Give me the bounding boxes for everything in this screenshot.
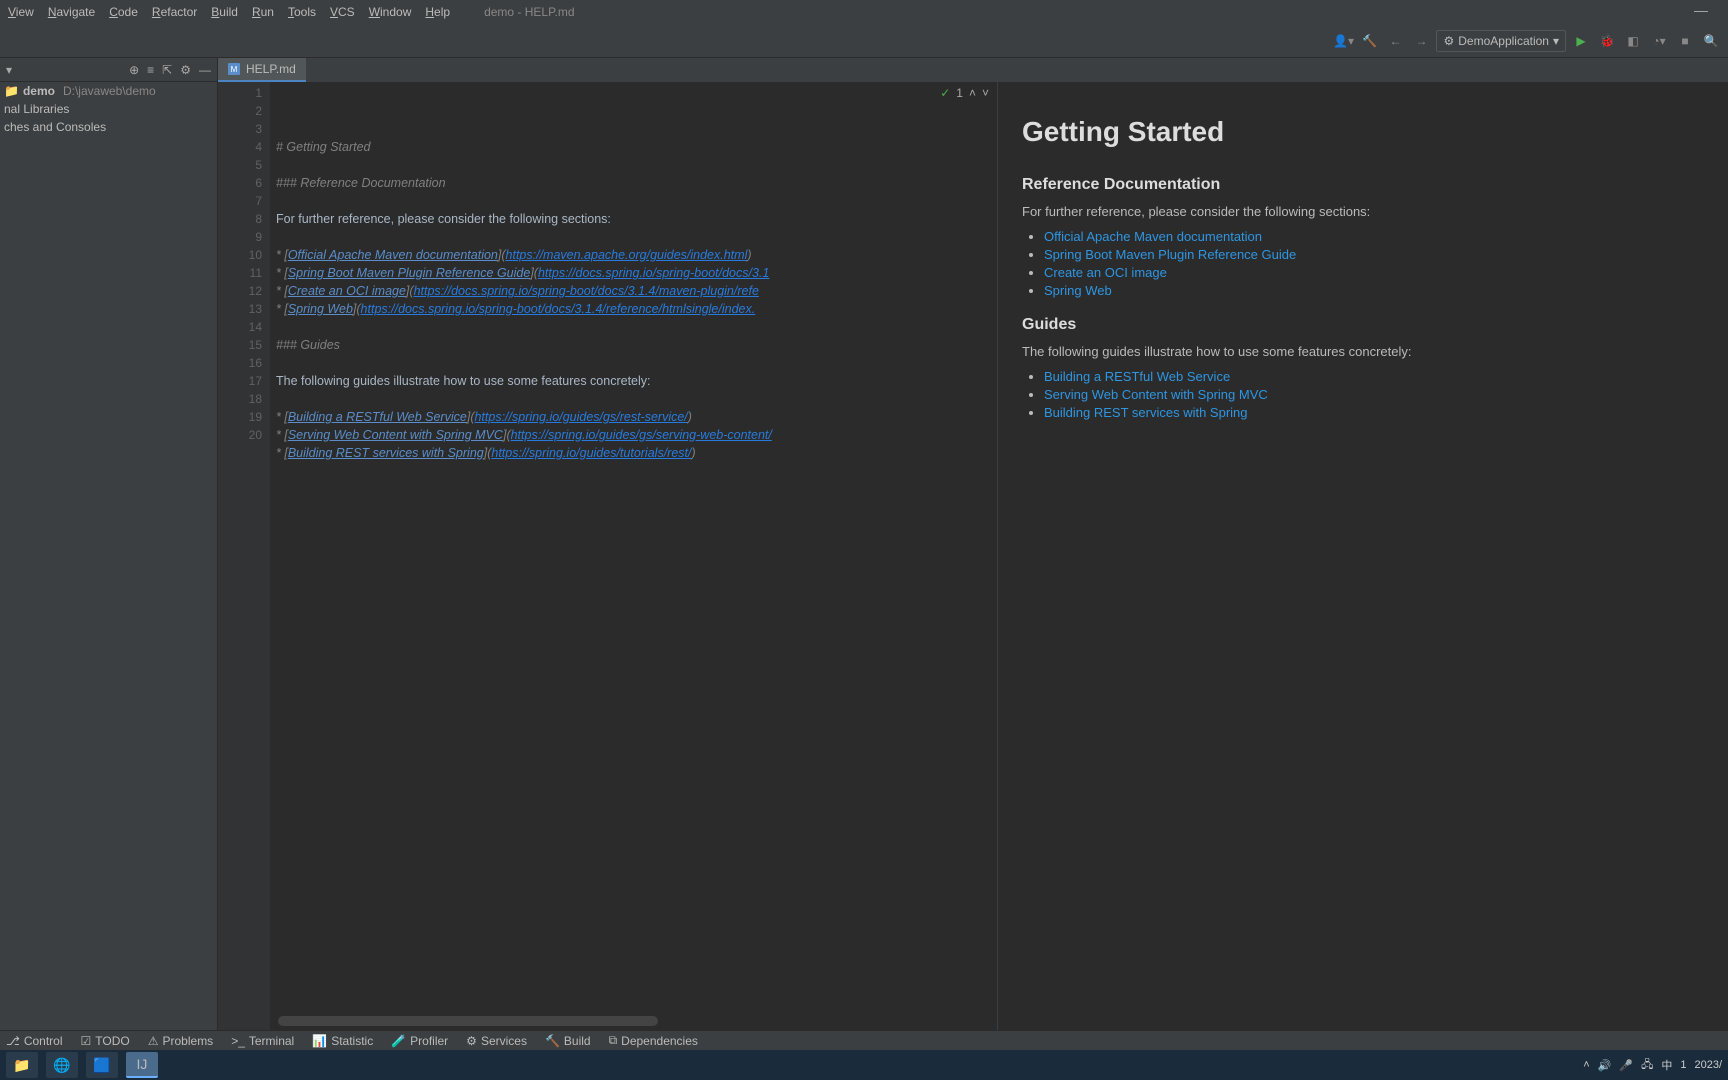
- menu-view[interactable]: View: [8, 5, 34, 19]
- preview-h3-guides: Guides: [1022, 316, 1704, 334]
- tray-chevron-icon[interactable]: ˄: [1583, 1059, 1589, 1071]
- inspection-widget[interactable]: ✓ 1 ˄ ˅: [940, 84, 989, 102]
- gutter: 1234567891011121314151617181920: [218, 82, 270, 1030]
- toolwin-dependencies[interactable]: ⧉Dependencies: [609, 1033, 698, 1048]
- minimize-icon[interactable]: —: [1694, 2, 1708, 18]
- tree-item-scratches[interactable]: ches and Consoles: [0, 118, 217, 136]
- preview-link-a[interactable]: Building a RESTful Web Service: [1044, 369, 1230, 384]
- chevron-down-icon: ▾: [1553, 34, 1559, 48]
- markdown-preview: Getting Started Reference Documentation …: [998, 82, 1728, 1030]
- os-taskbar: 📁 🌐 🟦 IJ ˄ 🔊 🎤 🖧 中 1 2023/: [0, 1050, 1728, 1080]
- build-icon[interactable]: 🔨: [1358, 30, 1380, 52]
- tray-ime-icon[interactable]: 中: [1661, 1057, 1672, 1073]
- menu-code[interactable]: Code: [109, 5, 138, 19]
- run-icon[interactable]: ▶: [1570, 30, 1592, 52]
- run-config-icon: ⚙: [1443, 34, 1454, 48]
- folder-icon: 📁: [4, 84, 19, 98]
- toolwin-statistic[interactable]: 📊Statistic: [312, 1034, 373, 1048]
- debug-icon[interactable]: 🐞: [1596, 30, 1618, 52]
- taskbar-intellij[interactable]: IJ: [126, 1052, 158, 1078]
- preview-link: Serving Web Content with Spring MVC: [1044, 387, 1704, 402]
- preview-link-a[interactable]: Official Apache Maven documentation: [1044, 229, 1262, 244]
- preview-link-a[interactable]: Create an OCI image: [1044, 265, 1167, 280]
- preview-p2: The following guides illustrate how to u…: [1022, 344, 1704, 359]
- tab-help-md[interactable]: M HELP.md: [218, 58, 306, 82]
- chevron-down-icon[interactable]: ˅: [982, 84, 989, 102]
- editor-tabs: M HELP.md: [218, 58, 1728, 82]
- project-panel: ▾ ⊕ ≡ ⇱ ⚙ — 📁 demo D:\javaweb\demo nal L…: [0, 58, 218, 1030]
- project-panel-header: ▾ ⊕ ≡ ⇱ ⚙ —: [0, 58, 217, 82]
- tray-network-icon[interactable]: 🖧: [1641, 1056, 1653, 1075]
- tray-mic-icon[interactable]: 🎤: [1619, 1059, 1633, 1072]
- collapse-all-icon[interactable]: ⇱: [162, 63, 172, 77]
- horizontal-scrollbar[interactable]: [278, 1016, 658, 1026]
- project-dropdown-icon[interactable]: ▾: [6, 63, 12, 77]
- system-tray[interactable]: ˄ 🔊 🎤 🖧 中 1 2023/: [1583, 1056, 1722, 1075]
- toolwin-control[interactable]: ⎇Control: [6, 1034, 63, 1048]
- menu-build[interactable]: Build: [211, 5, 238, 19]
- taskbar-browser[interactable]: 🌐: [46, 1052, 78, 1078]
- menu-help[interactable]: Help: [425, 5, 450, 19]
- window-title: demo - HELP.md: [484, 5, 575, 19]
- preview-refs-list: Official Apache Maven documentation Sprin…: [1044, 229, 1704, 298]
- stop-icon[interactable]: ■: [1674, 30, 1696, 52]
- toolbar: 👤▾ 🔨 ← → ⚙ DemoApplication ▾ ▶ 🐞 ◧ ◔▾ ■ …: [0, 24, 1728, 58]
- preview-link-a[interactable]: Spring Web: [1044, 283, 1112, 298]
- preview-h1: Getting Started: [1022, 116, 1704, 148]
- toolwin-services[interactable]: ⚙Services: [466, 1034, 527, 1048]
- toolwin-build[interactable]: 🔨Build: [545, 1034, 591, 1048]
- tray-sound-icon[interactable]: 🔊: [1598, 1059, 1612, 1072]
- menu-refactor[interactable]: Refactor: [152, 5, 197, 19]
- menu-window[interactable]: Window: [369, 5, 412, 19]
- preview-link: Official Apache Maven documentation: [1044, 229, 1704, 244]
- code-area[interactable]: ✓ 1 ˄ ˅ # Getting Started ### Reference …: [270, 82, 997, 1030]
- taskbar-file-explorer[interactable]: 📁: [6, 1052, 38, 1078]
- toolwin-problems[interactable]: ⚠Problems: [148, 1034, 213, 1048]
- profile-icon[interactable]: ◔▾: [1648, 30, 1670, 52]
- preview-link: Spring Boot Maven Plugin Reference Guide: [1044, 247, 1704, 262]
- nav-back-icon[interactable]: ←: [1384, 30, 1406, 52]
- tab-label: HELP.md: [246, 62, 296, 76]
- tree-item-external-libs[interactable]: nal Libraries: [0, 100, 217, 118]
- toolwin-terminal[interactable]: >_Terminal: [231, 1034, 294, 1048]
- tool-window-bar: ⎇Control ☑TODO ⚠Problems >_Terminal 📊Statist…: [0, 1030, 1728, 1050]
- preview-link: Building a RESTful Web Service: [1044, 369, 1704, 384]
- chevron-up-icon[interactable]: ˄: [969, 84, 976, 102]
- gear-icon[interactable]: ⚙: [180, 63, 191, 77]
- taskbar-app-1[interactable]: 🟦: [86, 1052, 118, 1078]
- project-root[interactable]: 📁 demo D:\javaweb\demo: [0, 82, 217, 100]
- coverage-icon[interactable]: ◧: [1622, 30, 1644, 52]
- run-config-name: DemoApplication: [1458, 34, 1549, 48]
- menu-tools[interactable]: Tools: [288, 5, 316, 19]
- inspection-count: 1: [956, 84, 963, 102]
- preview-link-a[interactable]: Building REST services with Spring: [1044, 405, 1248, 420]
- preview-link-a[interactable]: Spring Boot Maven Plugin Reference Guide: [1044, 247, 1296, 262]
- preview-link: Spring Web: [1044, 283, 1704, 298]
- run-config-dropdown[interactable]: ⚙ DemoApplication ▾: [1436, 30, 1566, 52]
- locate-icon[interactable]: ⊕: [129, 63, 139, 77]
- check-icon: ✓: [940, 84, 950, 102]
- nav-forward-icon[interactable]: →: [1410, 30, 1432, 52]
- preview-h3-refs: Reference Documentation: [1022, 176, 1704, 194]
- toolwin-todo[interactable]: ☑TODO: [81, 1034, 130, 1048]
- preview-link: Create an OCI image: [1044, 265, 1704, 280]
- code-editor[interactable]: 1234567891011121314151617181920 ✓ 1 ˄ ˅ …: [218, 82, 998, 1030]
- menu-navigate[interactable]: Navigate: [48, 5, 95, 19]
- menu-bar: View Navigate Code Refactor Build Run Tools VCS…: [0, 0, 1728, 24]
- preview-link-a[interactable]: Serving Web Content with Spring MVC: [1044, 387, 1268, 402]
- tray-date[interactable]: 2023/: [1694, 1059, 1722, 1071]
- project-tree[interactable]: 📁 demo D:\javaweb\demo nal Libraries che…: [0, 82, 217, 136]
- markdown-file-icon: M: [228, 63, 240, 75]
- preview-link: Building REST services with Spring: [1044, 405, 1704, 420]
- preview-p1: For further reference, please consider t…: [1022, 204, 1704, 219]
- tray-time[interactable]: 1: [1680, 1059, 1686, 1071]
- toolwin-profiler[interactable]: 🧪Profiler: [391, 1034, 448, 1048]
- add-user-icon[interactable]: 👤▾: [1332, 30, 1354, 52]
- preview-guides-list: Building a RESTful Web Service Serving We…: [1044, 369, 1704, 420]
- hide-icon[interactable]: —: [199, 63, 211, 77]
- search-icon[interactable]: 🔍: [1700, 30, 1722, 52]
- menu-vcs[interactable]: VCS: [330, 5, 355, 19]
- menu-run[interactable]: Run: [252, 5, 274, 19]
- expand-all-icon[interactable]: ≡: [147, 63, 154, 77]
